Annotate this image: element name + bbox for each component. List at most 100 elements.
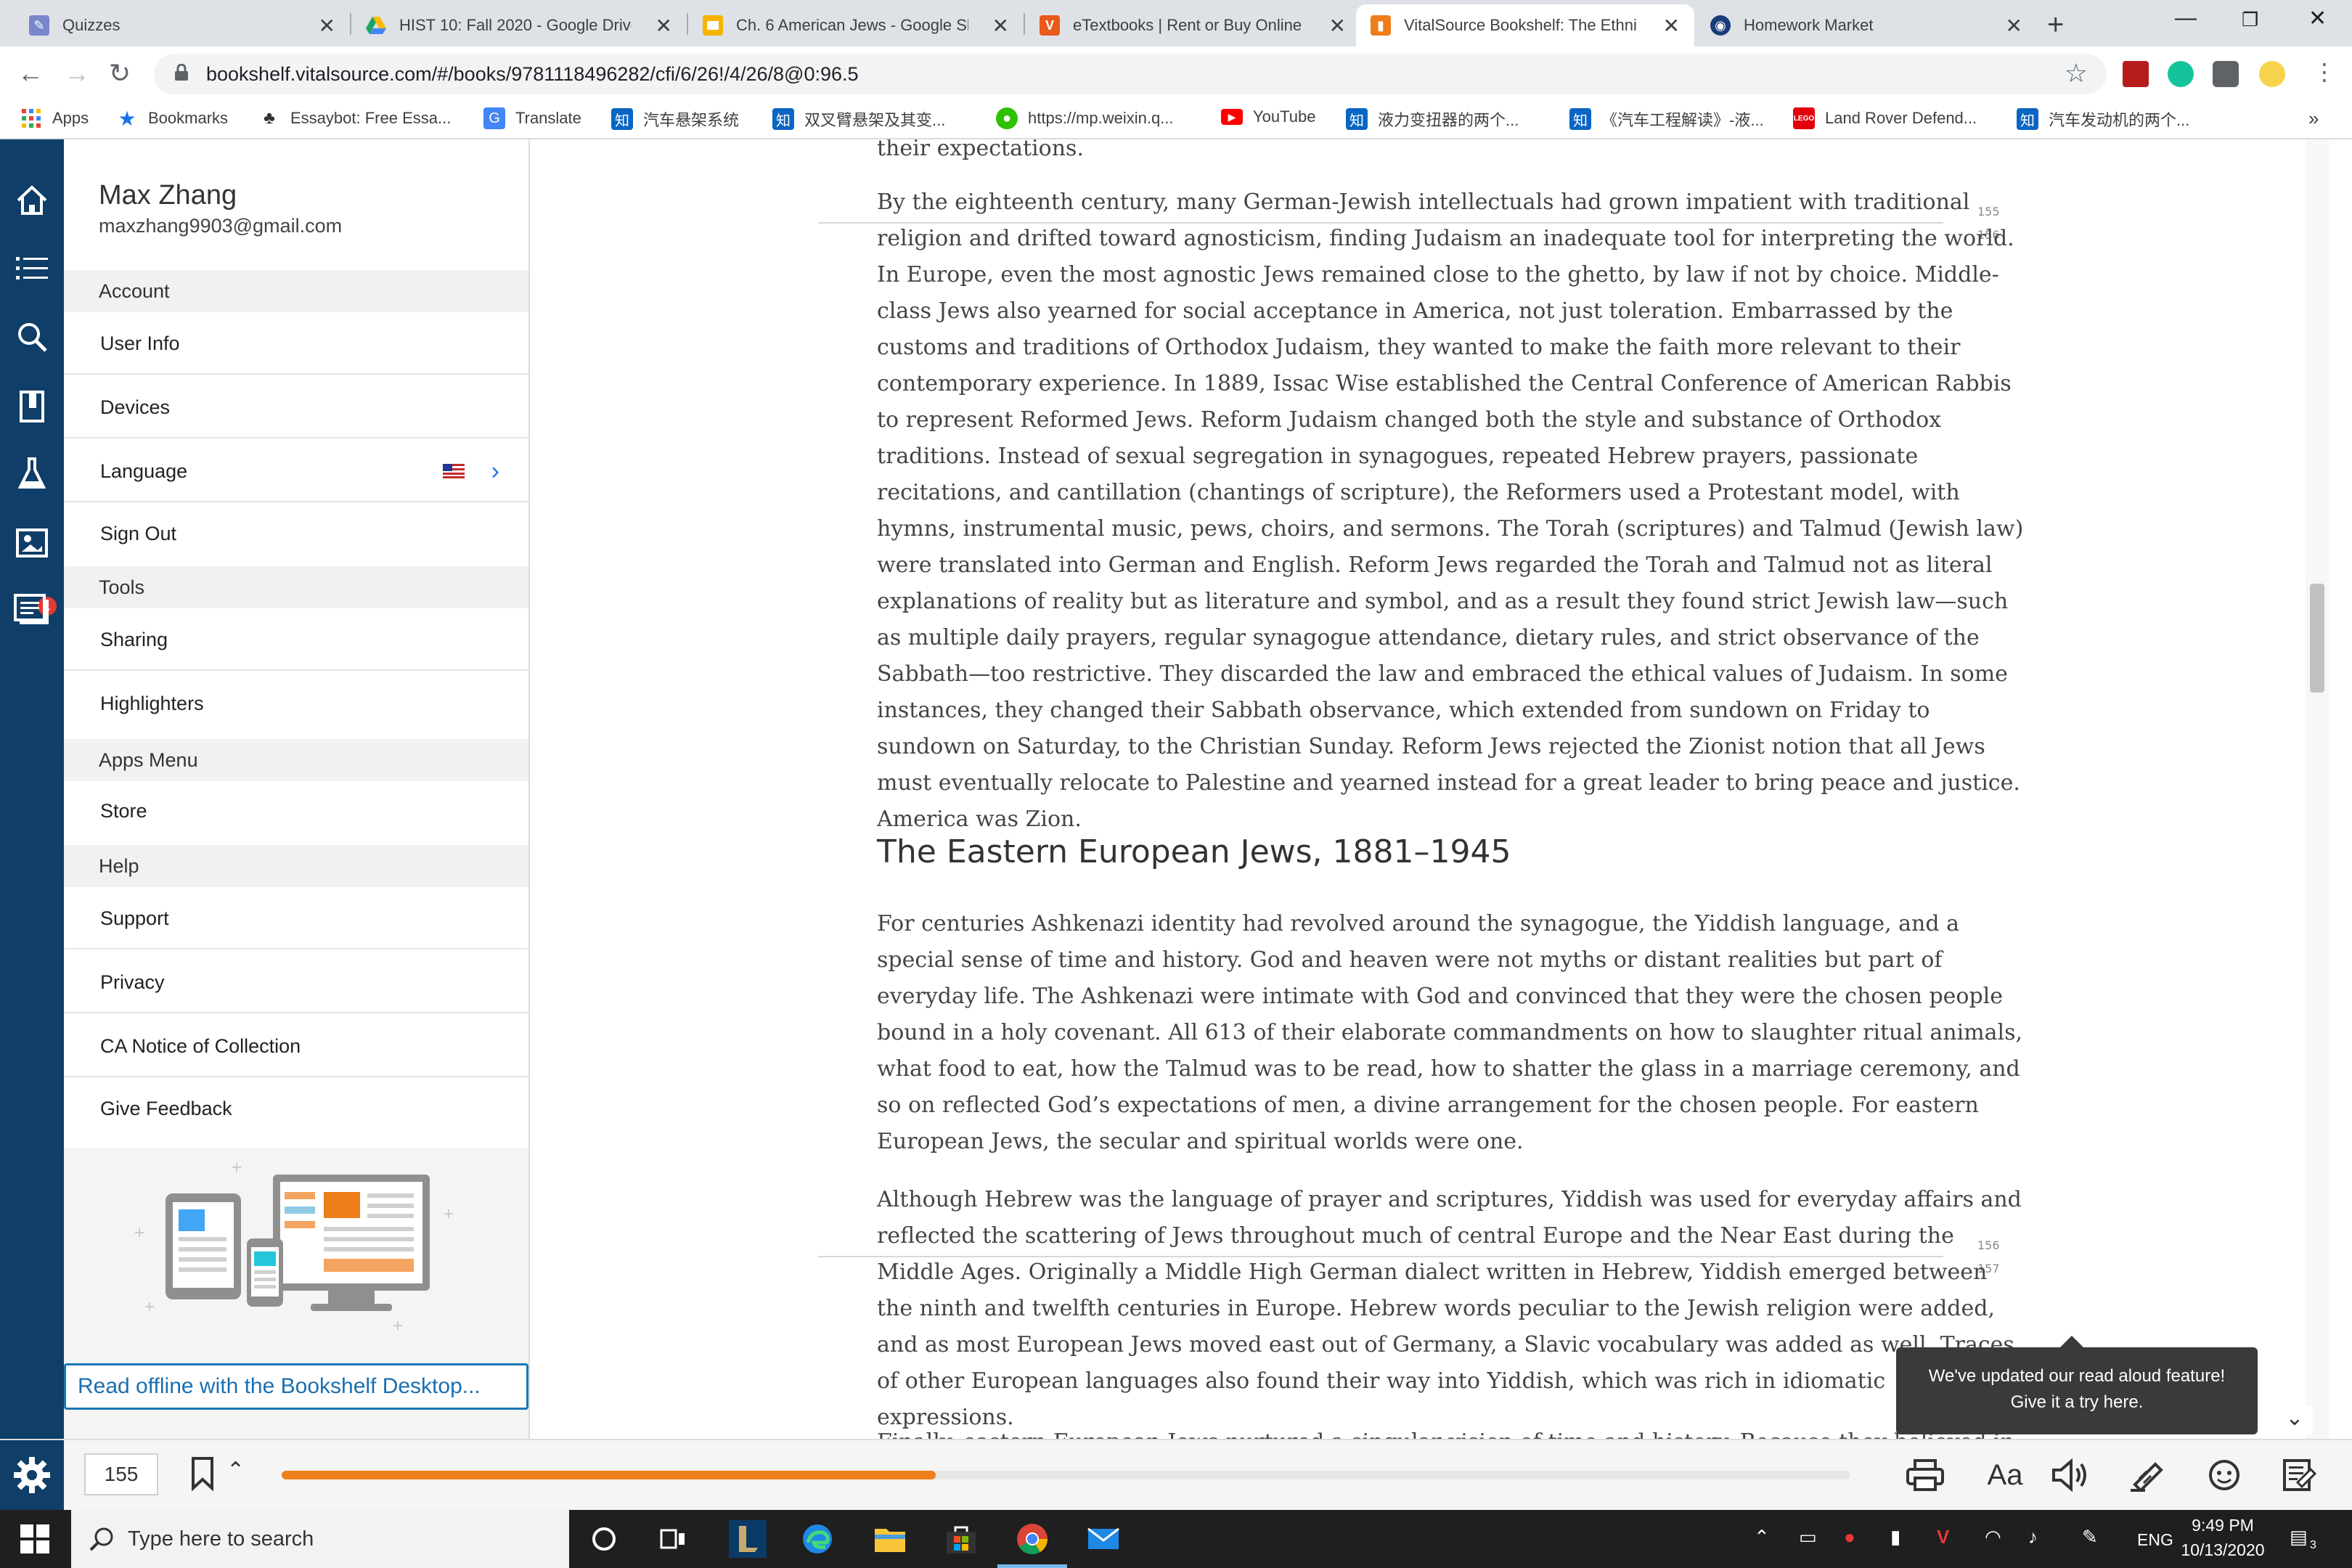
youtube-icon: ▶: [1221, 109, 1243, 125]
close-icon[interactable]: ✕: [656, 14, 672, 38]
menu-devices[interactable]: Devices: [64, 376, 528, 438]
tab-google-drive[interactable]: HIST 10: Fall 2020 - Google Drive ✕: [351, 4, 687, 46]
bookmark-apps[interactable]: Apps: [20, 107, 89, 129]
task-view-icon[interactable]: [655, 1520, 693, 1558]
chrome-icon[interactable]: [1013, 1520, 1051, 1558]
close-icon[interactable]: ✕: [992, 14, 1009, 38]
taskbar-search-box[interactable]: Type here to search: [71, 1510, 569, 1568]
windows-start-icon[interactable]: [20, 1524, 49, 1553]
menu-highlighters[interactable]: Highlighters: [64, 672, 528, 735]
page-number-input[interactable]: 155: [84, 1453, 158, 1495]
bookmark-label: Apps: [52, 109, 89, 127]
read-aloud-icon[interactable]: [2049, 1455, 2092, 1495]
url-text[interactable]: bookshelf.vitalsource.com/#/books/978111…: [206, 63, 859, 86]
bookmark-icon[interactable]: [190, 1456, 215, 1495]
grammarly-icon[interactable]: [2168, 61, 2194, 87]
address-bar[interactable]: bookshelf.vitalsource.com/#/books/978111…: [154, 54, 2107, 94]
restore-icon[interactable]: ❐: [2242, 9, 2258, 31]
tray-battery-icon[interactable]: ▮: [1890, 1526, 1900, 1548]
bookmark-essaybot[interactable]: ♣ Essaybot: Free Essa...: [258, 107, 451, 129]
read-aloud-tooltip[interactable]: We've updated our read aloud feature! Gi…: [1896, 1336, 2258, 1434]
bookmark-zhihu-1[interactable]: 知 汽车悬架系统: [611, 107, 739, 131]
menu-user-info[interactable]: User Info: [64, 312, 528, 375]
close-icon[interactable]: ✕: [1329, 14, 1346, 38]
chevron-up-icon[interactable]: ⌃: [226, 1458, 245, 1483]
menu-store[interactable]: Store: [64, 780, 528, 842]
league-icon[interactable]: [729, 1520, 767, 1558]
image-icon[interactable]: [12, 523, 52, 563]
notes-edit-icon[interactable]: [2278, 1455, 2322, 1495]
zhihu-icon: 知: [772, 108, 794, 130]
bookmark-zhihu-2[interactable]: 知 双叉臂悬架及其变...: [772, 107, 945, 131]
bookmark-label: 《汽车工程解读》-液...: [1601, 111, 1764, 129]
menu-language[interactable]: Language ›: [64, 440, 528, 502]
tray-network-error-icon[interactable]: ●: [1844, 1526, 1855, 1548]
bookshelf-desktop-link[interactable]: Read offline with the Bookshelf Desktop.…: [64, 1363, 528, 1410]
file-explorer-icon[interactable]: [871, 1520, 909, 1558]
extensions-icon[interactable]: [2213, 61, 2239, 87]
forward-icon[interactable]: →: [64, 58, 90, 89]
bookmark-bookmarks[interactable]: ★ Bookmarks: [116, 107, 228, 130]
close-icon[interactable]: ✕: [319, 14, 335, 38]
scrollbar-thumb[interactable]: [2310, 584, 2324, 693]
menu-give-feedback[interactable]: Give Feedback: [64, 1077, 528, 1140]
new-tab-button[interactable]: +: [2047, 9, 2064, 41]
bookmark-youtube[interactable]: ▶ YouTube: [1221, 107, 1315, 126]
bookmarks-overflow[interactable]: »: [2308, 107, 2319, 130]
cortana-icon[interactable]: [585, 1520, 623, 1558]
font-size-icon[interactable]: Aa: [1983, 1455, 2027, 1495]
toc-icon[interactable]: [12, 248, 52, 289]
flask-icon[interactable]: [12, 453, 52, 494]
tab-google-slides[interactable]: Ch. 6 American Jews - Google Slides ✕: [688, 4, 1024, 46]
tray-display-icon[interactable]: ▭: [1799, 1526, 1817, 1548]
close-icon[interactable]: ✕: [2006, 14, 2022, 38]
menu-dots-icon[interactable]: ⋮: [2313, 58, 2336, 86]
store-icon[interactable]: [942, 1520, 980, 1558]
bookmark-zhihu-4[interactable]: 知 《汽车工程解读》-液...: [1569, 107, 1764, 131]
search-icon[interactable]: [12, 317, 52, 357]
gear-icon[interactable]: [0, 1440, 64, 1510]
notes-icon[interactable]: [12, 589, 52, 630]
bookmark-land-rover[interactable]: LEGO Land Rover Defend...: [1793, 107, 1977, 129]
reload-icon[interactable]: ↻: [109, 58, 131, 89]
acrobat-icon[interactable]: [2123, 61, 2149, 87]
menu-sign-out[interactable]: Sign Out: [64, 502, 528, 565]
profile-avatar[interactable]: [2259, 61, 2285, 87]
bookmark-zhihu-3[interactable]: 知 液力变扭器的两个...: [1346, 107, 1519, 131]
edge-icon[interactable]: [799, 1520, 836, 1558]
tray-v-icon[interactable]: V: [1937, 1526, 1949, 1548]
bookmark-wechat[interactable]: ● https://mp.weixin.q...: [996, 107, 1174, 129]
clock-time[interactable]: 9:49 PM: [2186, 1516, 2259, 1535]
chevron-down-icon[interactable]: ⌄: [2277, 1405, 2313, 1434]
reading-progress-bar[interactable]: [282, 1471, 1850, 1479]
menu-sharing[interactable]: Sharing: [64, 608, 528, 671]
chevron-up-icon[interactable]: ⌃: [1754, 1526, 1770, 1548]
tab-homework-market[interactable]: ◉ Homework Market ✕: [1696, 4, 2037, 46]
tab-quizzes[interactable]: ✎ Quizzes ✕: [15, 4, 350, 46]
menu-support[interactable]: Support: [64, 887, 528, 950]
bookmark-star-icon[interactable]: ☆: [2065, 58, 2088, 89]
bookmark-translate[interactable]: G Translate: [483, 107, 581, 129]
notification-center-icon[interactable]: ▤: [2290, 1526, 2308, 1548]
close-icon[interactable]: ✕: [1663, 14, 1680, 38]
highlighter-icon[interactable]: [2126, 1455, 2169, 1495]
wifi-icon[interactable]: ◠: [1985, 1526, 2001, 1548]
minimize-icon[interactable]: —: [2175, 6, 2197, 30]
bookmark-panel-icon[interactable]: [12, 386, 52, 427]
tooltip-line: We've updated our read aloud feature!: [1928, 1366, 2226, 1386]
home-icon[interactable]: [12, 180, 52, 221]
tab-vitalsource[interactable]: ▮ VitalSource Bookshelf: The Ethnic ✕: [1356, 4, 1694, 46]
scrollbar[interactable]: [2306, 139, 2329, 1439]
emoji-icon[interactable]: [2202, 1455, 2246, 1495]
bookmark-zhihu-5[interactable]: 知 汽车发动机的两个...: [2017, 107, 2189, 131]
pen-icon[interactable]: ✎: [2082, 1526, 2098, 1548]
menu-ca-notice[interactable]: CA Notice of Collection: [64, 1015, 528, 1077]
window-close-icon[interactable]: ✕: [2308, 6, 2327, 31]
volume-icon[interactable]: ♪: [2028, 1526, 2038, 1548]
clock-date[interactable]: 10/13/2020: [2166, 1540, 2279, 1560]
mail-icon[interactable]: [1085, 1520, 1122, 1558]
back-icon[interactable]: ←: [17, 58, 44, 89]
tab-etextbooks[interactable]: V eTextbooks | Rent or Buy Online ✕: [1025, 4, 1360, 46]
menu-privacy[interactable]: Privacy: [64, 951, 528, 1013]
print-icon[interactable]: [1903, 1455, 1947, 1495]
